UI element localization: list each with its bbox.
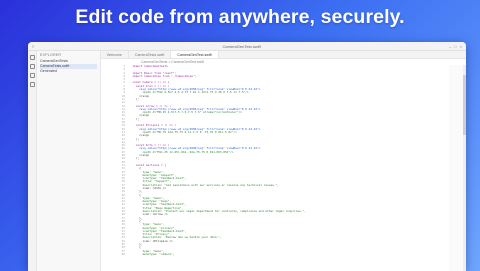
extensions-icon[interactable]: [29, 82, 35, 87]
tab-strip: Welcome CameraTests.swift CameraGenTest.…: [101, 51, 466, 59]
editor-window: ≡ CameraGenTest.swift – □ × EXPLORER Cam…: [28, 42, 466, 271]
explorer-item[interactable]: Generated: [40, 69, 97, 74]
explorer-panel: EXPLORER CameraGenTests CameraTests.swif…: [37, 51, 101, 271]
tab-welcome[interactable]: Welcome: [101, 51, 129, 58]
minimap[interactable]: [449, 65, 463, 271]
editor-area: Welcome CameraTests.swift CameraGenTest.…: [101, 51, 466, 271]
code-line[interactable]: menuType: "camera",: [129, 252, 449, 256]
close-icon[interactable]: ×: [460, 44, 462, 49]
search-icon[interactable]: [29, 64, 35, 69]
minimize-icon[interactable]: –: [449, 44, 451, 49]
code-lines[interactable]: import CameraGenTests import Basic from …: [129, 65, 449, 271]
tab-camera-gen-test[interactable]: CameraGenTest.swift: [171, 51, 219, 58]
title-bar: ≡ CameraGenTest.swift – □ ×: [28, 42, 466, 51]
tab-camera-tests[interactable]: CameraTests.swift: [129, 51, 172, 58]
window-title: CameraGenTest.swift: [222, 43, 261, 49]
maximize-icon[interactable]: □: [454, 44, 456, 49]
explorer-header: EXPLORER: [40, 53, 62, 57]
vertical-scrollbar[interactable]: [463, 65, 466, 271]
files-icon[interactable]: [29, 55, 35, 60]
source-control-icon[interactable]: [29, 73, 35, 78]
line-number: 58: [121, 251, 125, 256]
line-numbers: 1 2 3 4 5 6 7 8 9 10 11 12 13 14 15 16 17 18 19 20 21 22 23 24 2…: [101, 65, 129, 271]
code-view[interactable]: 1 2 3 4 5 6 7 8 9 10 11 12 13 14 15 16 17 18 19 20 21 22 23 24 2…: [101, 65, 466, 271]
headline: Edit code from anywhere, securely.: [75, 6, 405, 28]
activity-bar: [28, 51, 37, 271]
